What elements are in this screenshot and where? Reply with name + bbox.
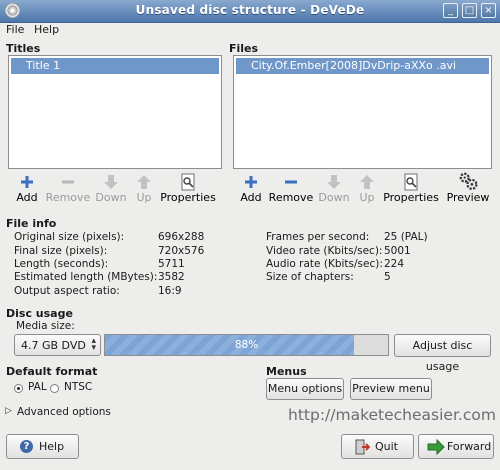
close-icon[interactable]: ×: [481, 3, 496, 18]
properties-icon: [404, 173, 418, 191]
titles-down-label: Down: [95, 191, 127, 204]
titles-heading: Titles: [6, 42, 41, 55]
chapter-size-label: Size of chapters:: [266, 271, 354, 283]
quit-button[interactable]: Quit: [341, 434, 414, 459]
estimated-length-value: 3582: [158, 271, 185, 283]
help-icon: ?: [20, 440, 33, 453]
titles-add-button[interactable]: Add: [13, 173, 41, 204]
help-label: Help: [39, 440, 65, 453]
ntsc-label: NTSC: [64, 381, 93, 393]
ntsc-radio[interactable]: [50, 384, 59, 393]
titles-remove-button[interactable]: Remove: [45, 173, 91, 204]
arrow-down-icon: [104, 175, 118, 189]
quit-icon: [355, 439, 370, 455]
file-list-item[interactable]: City.Of.Ember[2008]DvDrip-aXXo .avi: [236, 58, 489, 74]
files-down-label: Down: [318, 191, 350, 204]
title-list-item[interactable]: Title 1: [11, 58, 219, 74]
aspect-ratio-value: 16:9: [158, 285, 182, 297]
forward-button[interactable]: Forward: [418, 434, 494, 459]
files-down-button[interactable]: Down: [318, 173, 350, 204]
files-up-label: Up: [359, 191, 375, 204]
files-properties-label: Properties: [383, 191, 439, 204]
arrow-up-icon: [360, 175, 374, 189]
window-title: Unsaved disc structure - DeVeDe: [135, 3, 365, 17]
title-bar[interactable]: Unsaved disc structure - DeVeDe _ □ ×: [0, 0, 500, 23]
menubar: File Help: [0, 22, 500, 38]
progress-percent: 88%: [234, 339, 259, 351]
disc-usage-heading: Disc usage: [6, 307, 73, 320]
properties-icon: [181, 173, 195, 191]
menu-file[interactable]: File: [6, 23, 24, 36]
devede-window: Unsaved disc structure - DeVeDe _ □ × Fi…: [0, 0, 500, 470]
original-size-label: Original size (pixels):: [14, 231, 125, 243]
forward-label: Forward: [447, 440, 492, 453]
titles-add-label: Add: [16, 191, 38, 204]
add-icon: [245, 176, 257, 188]
remove-icon: [62, 180, 74, 184]
video-rate-label: Video rate (Kbits/sec):: [266, 245, 383, 257]
menus-heading: Menus: [266, 365, 307, 378]
files-add-button[interactable]: Add: [237, 173, 265, 204]
titles-remove-label: Remove: [45, 191, 91, 204]
chapter-size-value: 5: [384, 271, 391, 283]
arrow-down-icon: [327, 175, 341, 189]
help-button[interactable]: ? Help: [6, 434, 79, 459]
media-size-label: Media size:: [16, 320, 75, 332]
titles-up-label: Up: [136, 191, 152, 204]
audio-rate-label: Audio rate (Kbits/sec):: [266, 258, 383, 270]
final-size-value: 720x576: [158, 245, 205, 257]
minimize-icon[interactable]: _: [443, 3, 458, 18]
original-size-value: 696x288: [158, 231, 205, 243]
files-remove-label: Remove: [268, 191, 314, 204]
titles-up-button[interactable]: Up: [132, 173, 156, 204]
titles-down-button[interactable]: Down: [95, 173, 127, 204]
disc-usage-progress: 88%: [104, 334, 389, 356]
files-properties-button[interactable]: Properties: [383, 173, 439, 204]
titles-list[interactable]: Title 1: [8, 55, 222, 169]
titles-properties-label: Properties: [160, 191, 216, 204]
length-label: Length (seconds):: [14, 258, 109, 270]
fps-label: Frames per second:: [266, 231, 370, 243]
files-add-label: Add: [240, 191, 262, 204]
video-rate-value: 5001: [384, 245, 411, 257]
files-remove-button[interactable]: Remove: [268, 173, 314, 204]
gears-icon: [459, 172, 478, 190]
media-size-select[interactable]: 4.7 GB DVD ▴ ▾: [14, 334, 101, 356]
arrow-up-icon: [137, 175, 151, 189]
media-size-value: 4.7 GB DVD: [21, 339, 86, 352]
remove-icon: [285, 180, 297, 184]
preview-menu-button[interactable]: Preview menu: [350, 378, 432, 400]
pal-label: PAL: [28, 381, 47, 393]
files-heading: Files: [229, 42, 259, 55]
final-size-label: Final size (pixels):: [14, 245, 108, 257]
spin-arrows-icon: ▴ ▾: [91, 336, 96, 353]
advanced-options-expander[interactable]: Advanced options: [17, 406, 111, 418]
audio-rate-value: 224: [384, 258, 405, 270]
watermark-text: http://maketecheasier.com: [288, 406, 496, 424]
menu-options-button[interactable]: Menu options: [266, 378, 344, 400]
files-preview-label: Preview: [446, 191, 490, 204]
files-list[interactable]: City.Of.Ember[2008]DvDrip-aXXo .avi: [233, 55, 492, 169]
quit-label: Quit: [375, 440, 398, 453]
aspect-ratio-label: Output aspect ratio:: [14, 285, 120, 297]
titles-properties-button[interactable]: Properties: [160, 173, 216, 204]
fps-value: 25 (PAL): [384, 231, 428, 243]
files-up-button[interactable]: Up: [355, 173, 379, 204]
default-format-heading: Default format: [6, 365, 98, 378]
file-info-heading: File info: [6, 217, 57, 230]
adjust-disc-usage-button[interactable]: Adjust disc usage: [394, 334, 491, 373]
length-value: 5711: [158, 258, 185, 270]
expander-arrow-icon[interactable]: ▷: [5, 406, 12, 416]
files-preview-button[interactable]: Preview: [445, 171, 491, 204]
forward-arrow-icon: [427, 439, 445, 455]
maximize-icon[interactable]: □: [462, 3, 477, 18]
pal-radio[interactable]: [14, 384, 23, 393]
add-icon: [21, 176, 33, 188]
menu-help[interactable]: Help: [34, 23, 59, 36]
estimated-length-label: Estimated length (MBytes):: [14, 271, 158, 283]
